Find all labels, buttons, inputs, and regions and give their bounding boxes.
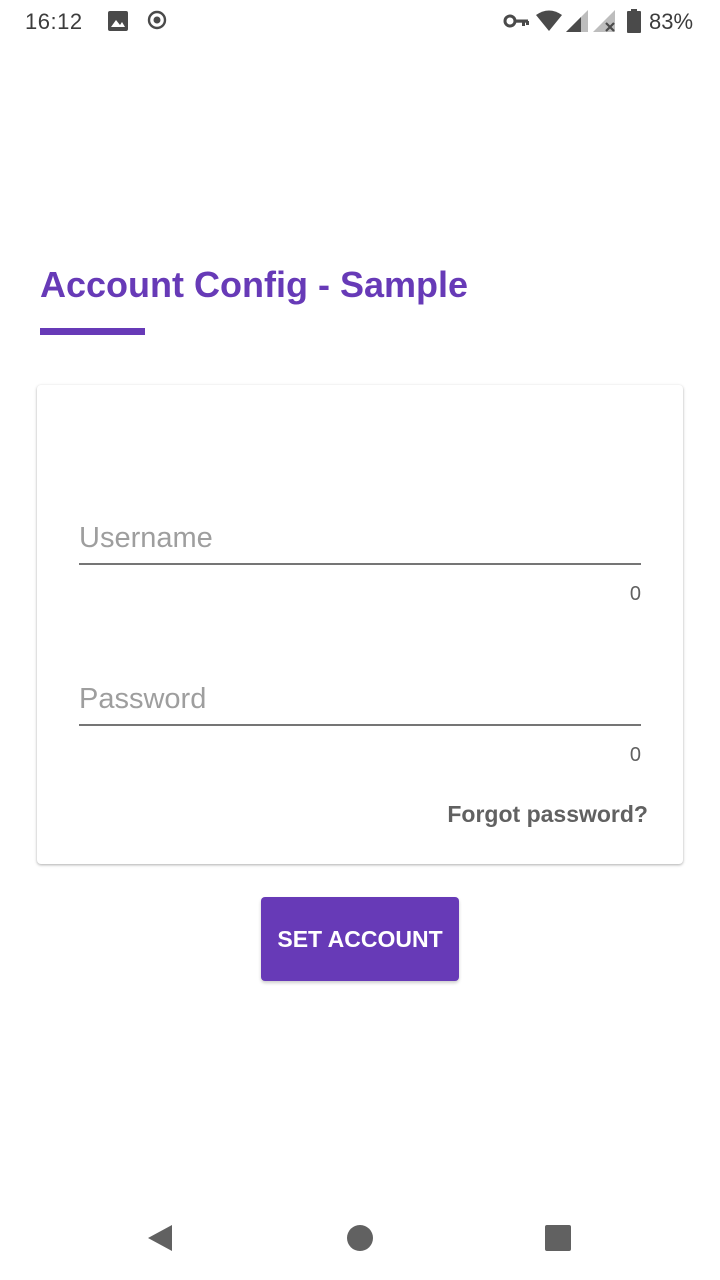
forgot-password-link[interactable]: Forgot password?: [447, 801, 648, 828]
wifi-icon: [536, 10, 562, 31]
recents-icon[interactable]: [542, 1222, 574, 1254]
signal-no-service-icon: [593, 10, 615, 32]
record-icon: [147, 10, 167, 30]
username-input[interactable]: [79, 519, 641, 565]
back-icon[interactable]: [144, 1222, 176, 1254]
battery-icon: [627, 9, 641, 33]
set-account-button[interactable]: SET ACCOUNT: [261, 897, 459, 981]
navigation-bar: [0, 1196, 720, 1280]
password-input[interactable]: [79, 680, 641, 726]
password-field: 0: [79, 680, 641, 766]
password-char-counter: 0: [629, 744, 641, 766]
vpn-key-icon: [503, 14, 529, 28]
title-underline: [40, 328, 145, 335]
image-icon: [108, 11, 128, 31]
battery-percent: 83%: [649, 9, 694, 34]
home-icon[interactable]: [344, 1222, 376, 1254]
page-title: Account Config - Sample: [40, 264, 469, 305]
username-char-counter: 0: [629, 583, 641, 605]
username-field: 0: [79, 519, 641, 605]
account-form-card: 0 0 Forgot password?: [37, 385, 683, 864]
status-bar: 16:12 83%: [0, 0, 720, 44]
signal-icon: [566, 10, 588, 32]
status-time: 16:12: [25, 9, 83, 34]
